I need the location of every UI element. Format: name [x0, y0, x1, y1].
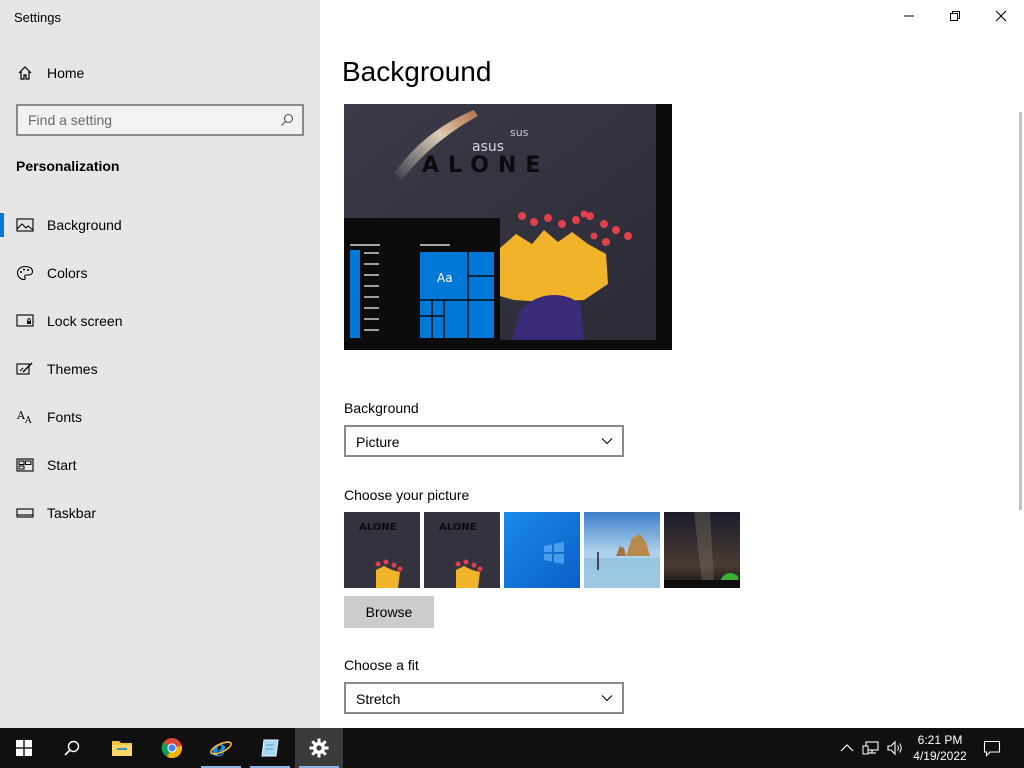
background-dropdown-value: Picture [356, 434, 400, 450]
picture-thumbnail-2[interactable]: ALONE [424, 512, 500, 588]
preview-tile-label: Aa [437, 271, 453, 285]
taskbar-settings[interactable] [295, 728, 343, 768]
clock-time: 6:21 PM [917, 733, 963, 747]
windows-logo-wallpaper-icon [504, 512, 580, 588]
search-button[interactable] [48, 728, 96, 768]
taskbar: e 6:21 PM 4/19/2022 [0, 728, 1024, 768]
sidebar-item-label: Background [47, 217, 122, 233]
chevron-down-icon [601, 438, 613, 445]
search-input[interactable] [18, 106, 302, 134]
thumbnail-caption: ALONE [439, 522, 477, 533]
internet-explorer-icon: e [210, 736, 232, 760]
search-icon[interactable] [280, 113, 294, 127]
sidebar-item-label: Taskbar [47, 505, 97, 521]
browse-button[interactable]: Browse [344, 596, 434, 628]
sidebar-item-label: Start [47, 457, 77, 473]
sidebar-item-start[interactable]: Start [0, 447, 320, 483]
minimize-icon [904, 15, 914, 17]
background-preview: sus asus ALONE Aa [344, 104, 672, 350]
restore-button[interactable] [932, 0, 978, 32]
sidebar-item-taskbar[interactable]: Taskbar [0, 495, 320, 531]
start-button[interactable] [0, 728, 48, 768]
gear-icon [309, 738, 329, 758]
search-box[interactable] [16, 104, 304, 136]
taskbar-internet-explorer[interactable]: e [197, 728, 245, 768]
close-button[interactable] [978, 0, 1024, 32]
app-title: Settings [14, 10, 61, 25]
themes-icon [16, 362, 33, 375]
page-title: Background [342, 56, 492, 87]
start-icon [16, 458, 34, 472]
sidebar-item-label: Themes [47, 361, 98, 377]
fit-dropdown[interactable]: Stretch [344, 682, 624, 714]
chevron-up-icon [840, 744, 854, 752]
background-dropdown[interactable]: Picture [344, 425, 624, 457]
clock-date: 4/19/2022 [913, 749, 967, 763]
picture-thumbnail-5[interactable] [664, 512, 740, 588]
action-center-button[interactable] [980, 728, 1004, 768]
restore-icon [950, 11, 960, 21]
sidebar-item-colors[interactable]: Colors [0, 255, 320, 291]
taskbar-file-explorer[interactable] [98, 728, 146, 768]
beach-wallpaper-icon [584, 512, 660, 588]
clock[interactable]: 6:21 PM 4/19/2022 [908, 732, 972, 764]
night-sky-wallpaper-icon [664, 512, 740, 588]
sidebar-item-themes[interactable]: Themes [0, 351, 320, 387]
scrollbar[interactable] [1019, 112, 1022, 510]
choose-fit-label: Choose a fit [344, 657, 419, 673]
close-icon [995, 10, 1007, 22]
show-hidden-icons-button[interactable] [838, 728, 856, 768]
fit-dropdown-value: Stretch [356, 691, 401, 707]
background-label: Background [344, 400, 419, 416]
picture-thumbnail-3[interactable] [504, 512, 580, 588]
sidebar-item-background[interactable]: Background [0, 207, 320, 243]
notification-icon [983, 740, 1001, 757]
sidebar-item-fonts[interactable]: A A Fonts [0, 399, 320, 435]
network-icon [862, 741, 879, 755]
minimize-button[interactable] [886, 0, 932, 32]
taskbar-chrome[interactable] [148, 728, 196, 768]
taskbar-icon [16, 508, 34, 518]
home-nav[interactable]: Home [0, 58, 320, 88]
preview-text-large: ALONE [422, 153, 549, 178]
volume-button[interactable] [884, 728, 906, 768]
notepad-icon [261, 739, 279, 757]
home-label: Home [47, 65, 85, 81]
svg-text:A: A [24, 416, 32, 425]
chevron-down-icon [601, 695, 613, 702]
thumbnail-caption: ALONE [359, 522, 397, 533]
home-icon [18, 66, 32, 80]
windows-logo-icon [16, 740, 32, 756]
search-icon [64, 740, 80, 756]
sidebar-item-label: Colors [47, 265, 88, 281]
sidebar-item-label: Fonts [47, 409, 83, 425]
wallpaper-preview-image: sus asus ALONE Aa [344, 104, 672, 350]
network-button[interactable] [860, 728, 882, 768]
choose-picture-label: Choose your picture [344, 487, 470, 503]
palette-icon [16, 265, 34, 281]
picture-icon [16, 218, 34, 232]
lock-screen-icon [16, 314, 34, 327]
sidebar-item-label: Lock screen [47, 313, 123, 329]
fonts-icon: A A [16, 409, 32, 425]
chrome-icon [161, 738, 183, 759]
speaker-icon [887, 740, 902, 756]
section-title: Personalization [16, 158, 120, 174]
alone-wallpaper-icon: ALONE [344, 512, 420, 588]
sidebar: Settings Home Personalization Background… [0, 0, 320, 728]
preview-text-small: sus [510, 126, 529, 139]
alone-wallpaper-icon: ALONE [424, 512, 500, 588]
sidebar-item-lock-screen[interactable]: Lock screen [0, 303, 320, 339]
taskbar-notepad[interactable] [246, 728, 294, 768]
picture-thumbnail-4[interactable] [584, 512, 660, 588]
picture-thumbnail-1[interactable]: ALONE [344, 512, 420, 588]
folder-icon [112, 741, 132, 756]
